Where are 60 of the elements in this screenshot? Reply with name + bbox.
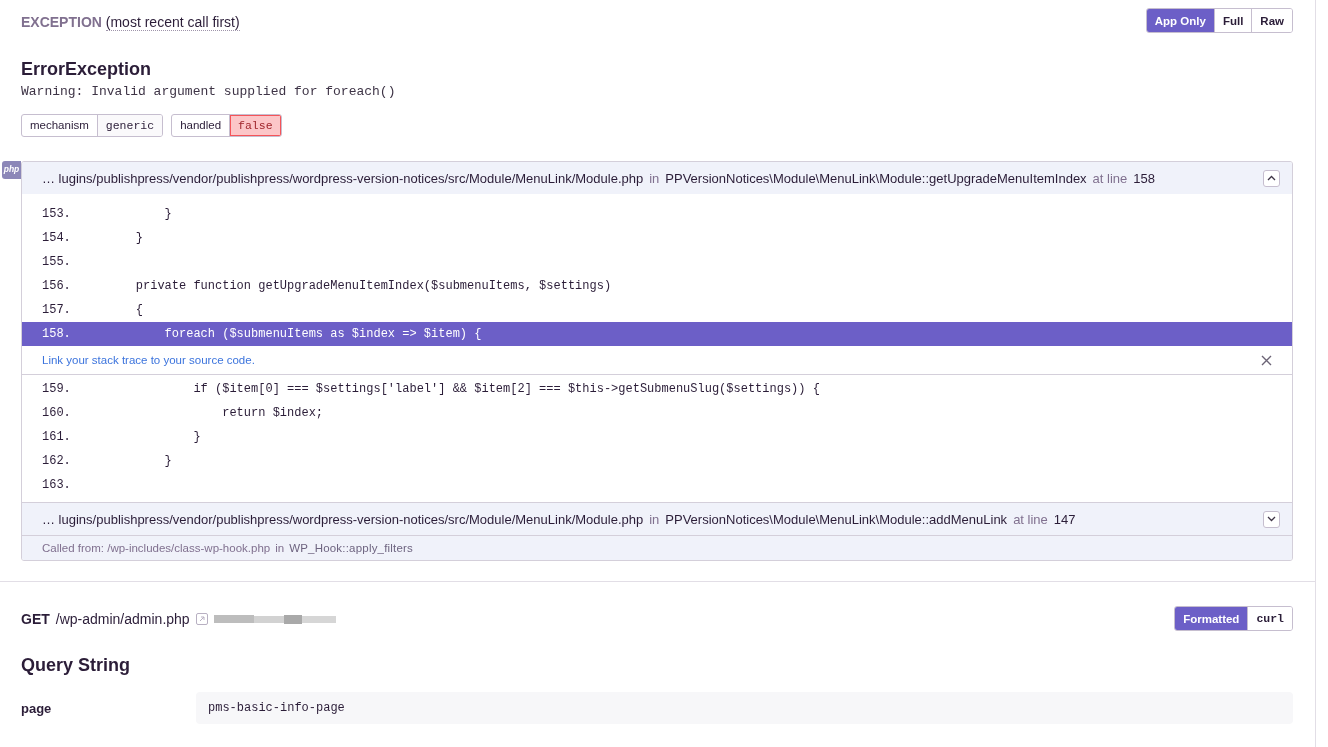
- tag-pill[interactable]: mechanism generic: [21, 114, 164, 137]
- code-text: return $index;: [221, 406, 324, 420]
- toggle-button[interactable]: [1263, 169, 1280, 187]
- view-toggle-button[interactable]: Raw: [1251, 9, 1292, 32]
- frame-function: PPVersionNotices\Module\MenuLink\Module::getUpgradeMenuItemIndex: [665, 170, 1087, 186]
- section-label: EXCEPTION: [21, 14, 102, 30]
- line-number: 155.: [42, 255, 72, 269]
- code-text: if ($item[0] === $settings['label'] && $item[2] === $this->getSubmenuSlug($settings)) {: [192, 382, 820, 396]
- tag-pill[interactable]: handled false: [171, 114, 282, 137]
- section-hint: (most recent call first): [105, 14, 240, 31]
- request-url: /wp-admin/admin.php: [55, 610, 190, 627]
- code-text: }: [192, 430, 201, 444]
- line-number: 156.: [42, 279, 72, 293]
- frame-path: … lugins/publishpress/vendor/publishpress/wordpress-version-notices/src/Module/MenuLink/Module.php: [42, 511, 644, 527]
- frame-path: … lugins/publishpress/vendor/publishpress/wordpress-version-notices/src/Module/MenuLink/Module.php: [42, 170, 644, 186]
- query-value: pms-basic-info-page: [196, 692, 1293, 724]
- line-number: 158.: [42, 327, 72, 341]
- exception-title: ErrorException: [21, 59, 153, 80]
- close-icon[interactable]: [1261, 354, 1272, 366]
- code-text: }: [163, 207, 172, 221]
- request-method: GET: [21, 610, 50, 627]
- query-key: page: [21, 700, 196, 716]
- code-text: foreach ($submenuItems as $index => $item) {: [163, 327, 482, 341]
- frame-header[interactable]: … lugins/publishpress/vendor/publishpress/wordpress-version-notices/src/Module/MenuLink/Module.php in PPVersionNotices\Module\MenuLink\Module::addMenuLink at line 147: [22, 502, 1292, 535]
- chevron-down-icon: [1267, 516, 1276, 522]
- tag-key: mechanism: [22, 115, 98, 136]
- called-from-function: WP_Hook::apply_filters: [289, 542, 414, 554]
- line-number: 160.: [42, 406, 72, 420]
- code-text: }: [134, 231, 143, 245]
- tag-value: false: [230, 115, 281, 136]
- chevron-up-icon: [1267, 175, 1276, 181]
- view-toggle-button[interactable]: App Only: [1146, 9, 1214, 32]
- source-link[interactable]: Link your stack trace to your source code.: [42, 354, 255, 366]
- called-from-text: Called from: /wp-includes/class-wp-hook.php: [42, 542, 271, 554]
- code-text: {: [134, 303, 143, 317]
- frame-line-number: 147: [1053, 511, 1076, 527]
- platform-badge: php: [2, 161, 21, 179]
- frame-header[interactable]: … lugins/publishpress/vendor/publishpress/wordpress-version-notices/src/Module/MenuLink/Module.php in PPVersionNotices\Module\MenuLink\Module::getUpgradeMenuItemIndex at line 158: [22, 162, 1292, 194]
- line-number: 159.: [42, 382, 72, 396]
- called-from-in: in: [275, 542, 285, 554]
- frame-function: PPVersionNotices\Module\MenuLink\Module::addMenuLink: [665, 511, 1008, 527]
- code-text: private function getUpgradeMenuItemIndex($submenuItems, $settings): [134, 279, 612, 293]
- line-number: 153.: [42, 207, 72, 221]
- line-number: 154.: [42, 231, 72, 245]
- tag-value: generic: [97, 115, 163, 136]
- line-number: 163.: [42, 478, 72, 492]
- format-toggle-button[interactable]: Formatted: [1175, 607, 1248, 630]
- format-toggle-button[interactable]: curl: [1247, 607, 1292, 630]
- frame-at-line: at line: [1092, 170, 1128, 186]
- frame-in: in: [649, 511, 660, 527]
- line-number: 157.: [42, 303, 72, 317]
- line-number: 161.: [42, 430, 72, 444]
- code-text: }: [163, 454, 172, 468]
- frame-at-line: at line: [1013, 511, 1048, 527]
- query-string-title: Query String: [21, 655, 132, 676]
- frame-line-number: 158: [1133, 170, 1155, 186]
- toggle-button[interactable]: [1263, 510, 1280, 528]
- frame-in: in: [649, 170, 660, 186]
- line-number: 162.: [42, 454, 72, 468]
- exception-message: Warning: Invalid argument supplied for foreach(): [21, 84, 397, 99]
